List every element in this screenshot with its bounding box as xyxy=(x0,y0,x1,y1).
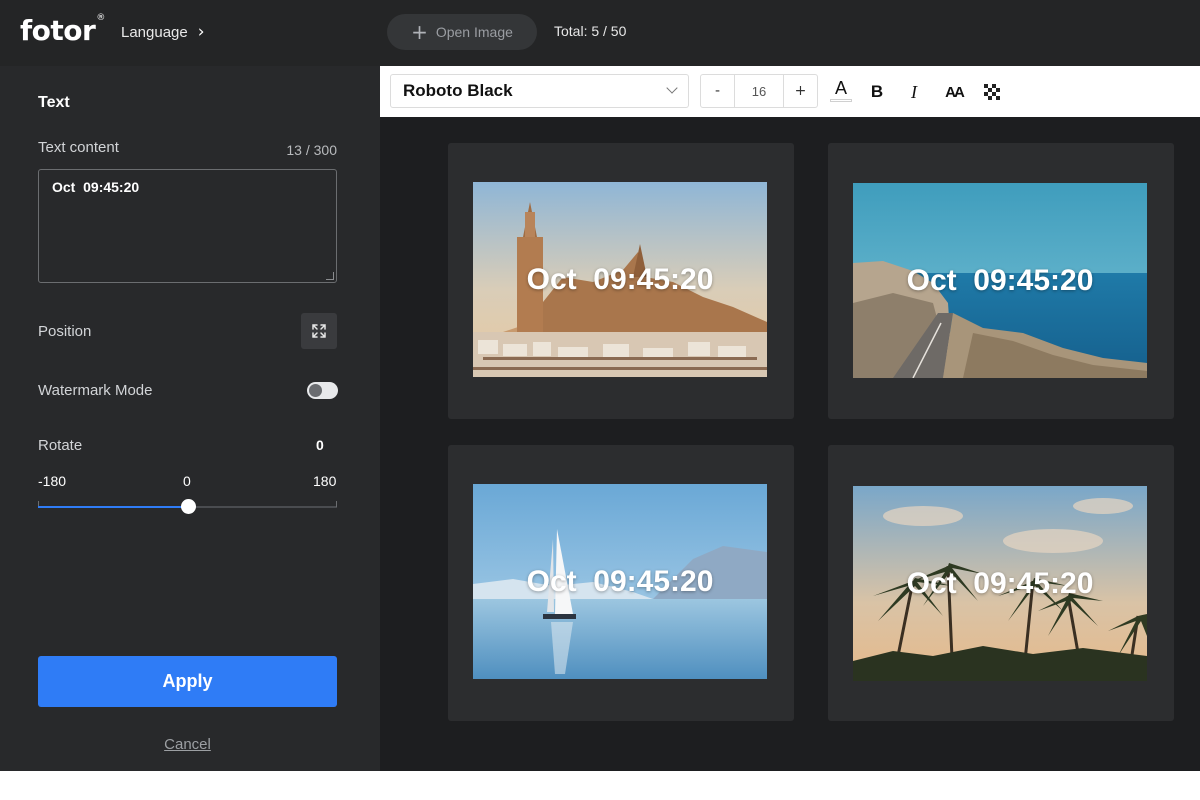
fotor-logo[interactable]: fotor® xyxy=(20,12,105,47)
plus-icon: + xyxy=(411,20,428,44)
open-image-button[interactable]: + Open Image xyxy=(387,14,537,50)
bold-icon[interactable]: B xyxy=(867,80,887,104)
font-family-value: Roboto Black xyxy=(403,81,513,100)
rotate-max-label: 180 xyxy=(313,473,337,489)
coastal-road-photo xyxy=(853,183,1147,378)
chevron-down-icon xyxy=(666,82,678,94)
position-button[interactable] xyxy=(301,313,337,349)
image-canvas: Oct 09:45:20 Oct 09:45:20 Oct 09:45:20 O… xyxy=(380,117,1200,771)
font-size-stepper: - 16 + xyxy=(700,74,818,108)
font-color-icon[interactable]: A xyxy=(829,78,853,102)
panel-title: Text xyxy=(38,94,70,111)
font-color-letter: A xyxy=(834,77,847,98)
text-settings-panel: Text Text content 13 / 300 Position Wate… xyxy=(0,66,380,771)
character-counter: 13 / 300 xyxy=(286,142,337,158)
watermark-mode-toggle[interactable] xyxy=(307,382,338,399)
language-label: Language xyxy=(121,23,188,41)
image-thumbnail: Oct 09:45:20 xyxy=(473,484,767,679)
cathedral-photo xyxy=(473,182,767,377)
font-size-decrease-button[interactable]: - xyxy=(701,75,734,107)
page-bottom-strip xyxy=(0,771,1200,800)
rotate-slider[interactable] xyxy=(38,499,337,514)
chevron-right-icon: › xyxy=(197,22,205,42)
image-card[interactable]: Oct 09:45:20 xyxy=(448,445,794,721)
rotate-value: 0 xyxy=(316,437,324,453)
toggle-knob xyxy=(309,384,322,397)
language-menu[interactable]: Language › xyxy=(121,22,205,42)
rotate-min-label: -180 xyxy=(38,473,67,489)
watermark-mode-label: Watermark Mode xyxy=(38,382,153,399)
rotate-label: Rotate xyxy=(38,437,83,454)
image-card[interactable]: Oct 09:45:20 xyxy=(448,143,794,419)
image-thumbnail: Oct 09:45:20 xyxy=(473,182,767,377)
text-format-toolbar: Roboto Black - 16 + A B I AA xyxy=(380,66,1200,117)
rotate-mid-label: 0 xyxy=(183,473,191,489)
cancel-link[interactable]: Cancel xyxy=(0,736,375,753)
rotate-slider-fill xyxy=(38,506,188,508)
image-card[interactable]: Oct 09:45:20 xyxy=(828,143,1174,419)
font-size-increase-button[interactable]: + xyxy=(784,75,817,107)
image-thumbnail: Oct 09:45:20 xyxy=(853,183,1147,378)
font-color-swatch xyxy=(830,98,852,102)
text-content-input[interactable] xyxy=(38,169,337,283)
text-content-label: Text content xyxy=(38,139,119,156)
logo-text: fotor xyxy=(20,14,96,47)
position-label: Position xyxy=(38,323,92,340)
rotate-slider-handle[interactable] xyxy=(181,499,196,514)
apply-button[interactable]: Apply xyxy=(38,656,337,707)
image-thumbnail: Oct 09:45:20 xyxy=(853,486,1147,681)
checkerboard-graphic xyxy=(984,84,1000,100)
sailboat-photo xyxy=(473,484,767,679)
italic-icon[interactable]: I xyxy=(904,80,924,104)
open-image-label: Open Image xyxy=(435,24,513,40)
opacity-icon[interactable] xyxy=(982,80,1002,104)
palm-trees-photo xyxy=(853,486,1147,681)
registered-mark: ® xyxy=(96,12,105,23)
font-size-value[interactable]: 16 xyxy=(734,75,784,107)
expand-arrows-icon xyxy=(312,324,326,338)
font-family-select[interactable]: Roboto Black xyxy=(390,74,689,108)
text-case-icon[interactable]: AA xyxy=(942,80,966,104)
slider-end-cap xyxy=(336,501,337,507)
top-bar: fotor® Language › + Open Image Total: 5 … xyxy=(0,0,1200,66)
image-total-counter: Total: 5 / 50 xyxy=(554,23,627,39)
image-card[interactable]: Oct 09:45:20 xyxy=(828,445,1174,721)
